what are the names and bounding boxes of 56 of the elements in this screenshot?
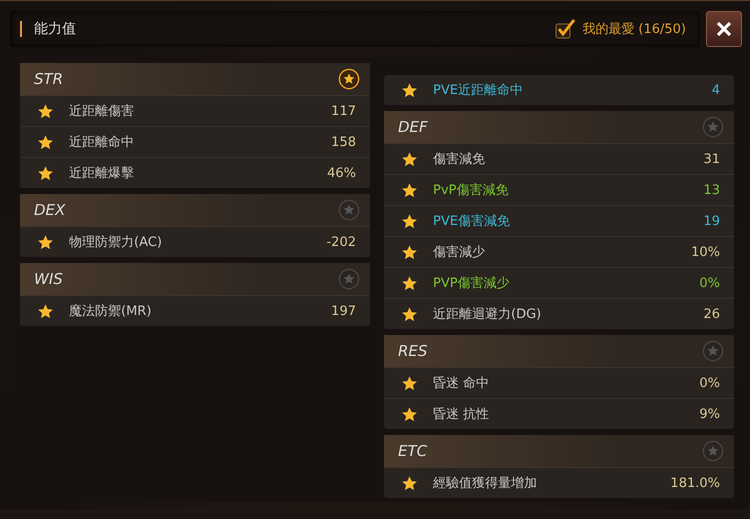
stat-value: 26 (703, 306, 720, 322)
star-icon[interactable] (402, 476, 417, 490)
stat-label: PvP傷害減免 (433, 182, 510, 199)
window-title: 能力值 (34, 20, 77, 38)
star-icon[interactable] (402, 406, 417, 422)
star-icon[interactable] (402, 244, 417, 260)
stat-label: 傷害減免 (433, 151, 486, 168)
stat-value: 197 (331, 304, 356, 318)
stat-label: 昏迷 抗性 (433, 406, 490, 423)
favorites-label: 我的最愛 (16/50) (582, 21, 686, 38)
stat-label: PVP傷害減少 (433, 275, 511, 292)
stat-value: 0% (699, 276, 720, 290)
stat-value: 117 (331, 104, 356, 118)
stat-label: PVE傷害減免 (433, 213, 511, 230)
stat-value: 9% (699, 406, 720, 422)
favorites-checkbox[interactable] (554, 18, 576, 40)
group-title: ETC (398, 442, 428, 460)
stat-value: 46% (327, 166, 356, 180)
stat-label: 近距離傷害 (69, 103, 135, 120)
star-icon[interactable] (402, 214, 417, 228)
star-icon[interactable] (38, 104, 53, 118)
star-icon[interactable] (402, 82, 417, 98)
star-icon[interactable] (38, 166, 53, 180)
stat-label: 近距離爆擊 (69, 165, 135, 182)
star-icon[interactable] (402, 276, 417, 290)
close-icon (715, 20, 733, 38)
stat-value: 10% (691, 244, 720, 260)
star-icon[interactable] (38, 234, 53, 250)
stat-label: 經驗值獲得量增加 (433, 475, 538, 492)
star-icon[interactable] (402, 152, 417, 166)
stat-label: 近距離命中 (69, 134, 135, 151)
stat-value: 4 (712, 82, 720, 98)
group-title: WIS (34, 270, 63, 288)
stat-value: 31 (703, 152, 720, 166)
star-icon[interactable] (402, 376, 417, 390)
stat-label: 近距離迴避力(DG) (433, 306, 542, 323)
stat-label: 物理防禦力(AC) (69, 234, 163, 251)
stat-label: 傷害減少 (433, 244, 486, 261)
stat-value: 181.0% (670, 476, 720, 490)
stat-value: -202 (326, 234, 356, 250)
stat-label: 魔法防禦(MR) (69, 303, 152, 320)
stat-value: 13 (703, 182, 720, 198)
stat-label: PVE近距離命中 (433, 82, 524, 99)
group-title: STR (34, 70, 64, 88)
stat-label: 昏迷 命中 (433, 375, 490, 392)
stat-value: 0% (699, 376, 720, 390)
star-icon[interactable] (38, 134, 53, 150)
group-title: DEF (398, 118, 428, 136)
close-button[interactable] (706, 11, 742, 47)
star-icon[interactable] (38, 304, 53, 318)
group-title: DEX (34, 201, 66, 219)
stat-value: 158 (331, 134, 356, 150)
star-icon[interactable] (402, 306, 417, 322)
stat-value: 19 (703, 214, 720, 228)
group-title: RES (398, 342, 428, 360)
star-icon[interactable] (402, 182, 417, 198)
